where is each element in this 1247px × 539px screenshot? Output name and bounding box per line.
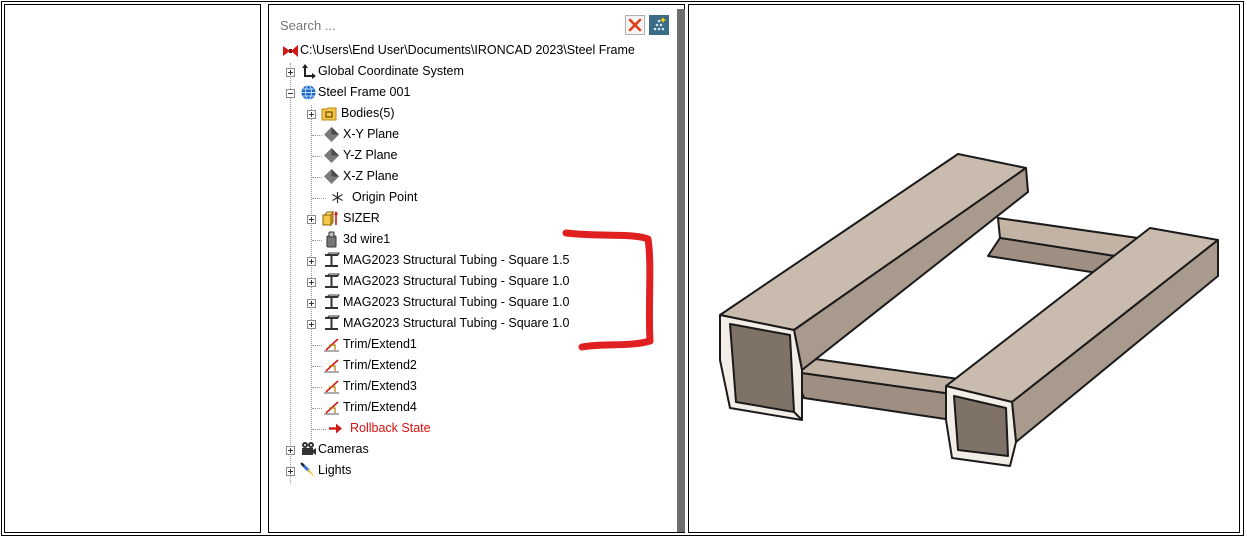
sizer-icon [322, 210, 338, 227]
annotation-bracket [562, 229, 654, 351]
plane-icon [324, 169, 339, 184]
empty-cell [4, 4, 261, 533]
trim-extend-icon [324, 338, 339, 352]
tree-item-label: Global Coordinate System [318, 64, 464, 78]
tree-item-label: Trim/Extend4 [343, 400, 417, 414]
tree-root-label: C:\Users\End User\Documents\IRONCAD 2023… [300, 43, 635, 57]
tree-connector [312, 387, 322, 388]
tree-item-label: Trim/Extend2 [343, 358, 417, 372]
spotlight-icon [300, 462, 315, 477]
close-icon [628, 18, 642, 32]
tree-item-label: X-Z Plane [343, 169, 399, 183]
folder-icon [321, 107, 337, 121]
search-options-button[interactable] [649, 15, 669, 35]
tree-connector [312, 240, 322, 241]
tree-item-label: MAG2023 Structural Tubing - Square 1.5 [343, 253, 570, 267]
tree-item-label: MAG2023 Structural Tubing - Square 1.0 [343, 295, 570, 309]
plane-icon [324, 127, 339, 142]
tree-item-label: X-Y Plane [343, 127, 400, 141]
tree-item-label: Origin Point [352, 190, 418, 204]
tree-connector [312, 345, 322, 346]
expand-toggle[interactable] [286, 68, 295, 77]
tree-connector [312, 135, 322, 136]
tree-connector [312, 429, 326, 430]
tree-connector [312, 366, 322, 367]
panel-scrollbar[interactable] [677, 9, 685, 532]
trim-extend-icon [324, 401, 339, 415]
tree-connector [290, 63, 291, 483]
structural-beam-icon [325, 273, 340, 288]
arrow-right-icon [329, 423, 342, 434]
tree-connector [312, 156, 322, 157]
tree-connector [312, 408, 322, 409]
filter-sparkle-icon [653, 17, 666, 31]
tree-item-label: MAG2023 Structural Tubing - Square 1.0 [343, 274, 570, 288]
expand-toggle[interactable] [307, 320, 316, 329]
coordinate-axes-icon [302, 64, 316, 79]
wire-icon [326, 231, 337, 248]
part-globe-icon [301, 85, 316, 100]
clear-search-button[interactable] [625, 15, 645, 35]
tree-item-label: MAG2023 Structural Tubing - Square 1.0 [343, 316, 570, 330]
expand-toggle[interactable] [307, 110, 316, 119]
tree-item-label: Trim/Extend1 [343, 337, 417, 351]
tree-item-label: Cameras [318, 442, 369, 456]
expand-toggle[interactable] [307, 278, 316, 287]
tree-item-label: Bodies(5) [341, 106, 395, 120]
tree-item-label: Trim/Extend3 [343, 379, 417, 393]
tree-connector [312, 198, 326, 199]
asterisk-point-icon [332, 192, 343, 203]
trim-extend-icon [324, 380, 339, 394]
structural-beam-icon [325, 315, 340, 330]
expand-toggle[interactable] [307, 257, 316, 266]
search-bar [276, 14, 675, 36]
structural-beam-icon [325, 252, 340, 267]
expand-toggle[interactable] [307, 299, 316, 308]
plane-icon [324, 148, 339, 163]
trim-extend-icon [324, 359, 339, 373]
tree-item-label: Steel Frame 001 [318, 85, 411, 99]
expand-toggle[interactable] [286, 467, 295, 476]
tree-item-label: Rollback State [350, 421, 431, 435]
tree-item-label: 3d wire1 [343, 232, 391, 246]
tree-item-label: Lights [318, 463, 352, 477]
ironcad-scene-icon [283, 45, 298, 57]
collapse-toggle[interactable] [286, 89, 295, 98]
search-input[interactable] [276, 14, 622, 36]
expand-toggle[interactable] [286, 446, 295, 455]
structural-beam-icon [325, 294, 340, 309]
camera-icon [302, 442, 316, 455]
expand-toggle[interactable] [307, 215, 316, 224]
steel-frame-3d-view [719, 153, 1219, 467]
tree-connector [312, 177, 322, 178]
tree-item-label: Y-Z Plane [343, 148, 398, 162]
tree-item-label: SIZER [343, 211, 380, 225]
